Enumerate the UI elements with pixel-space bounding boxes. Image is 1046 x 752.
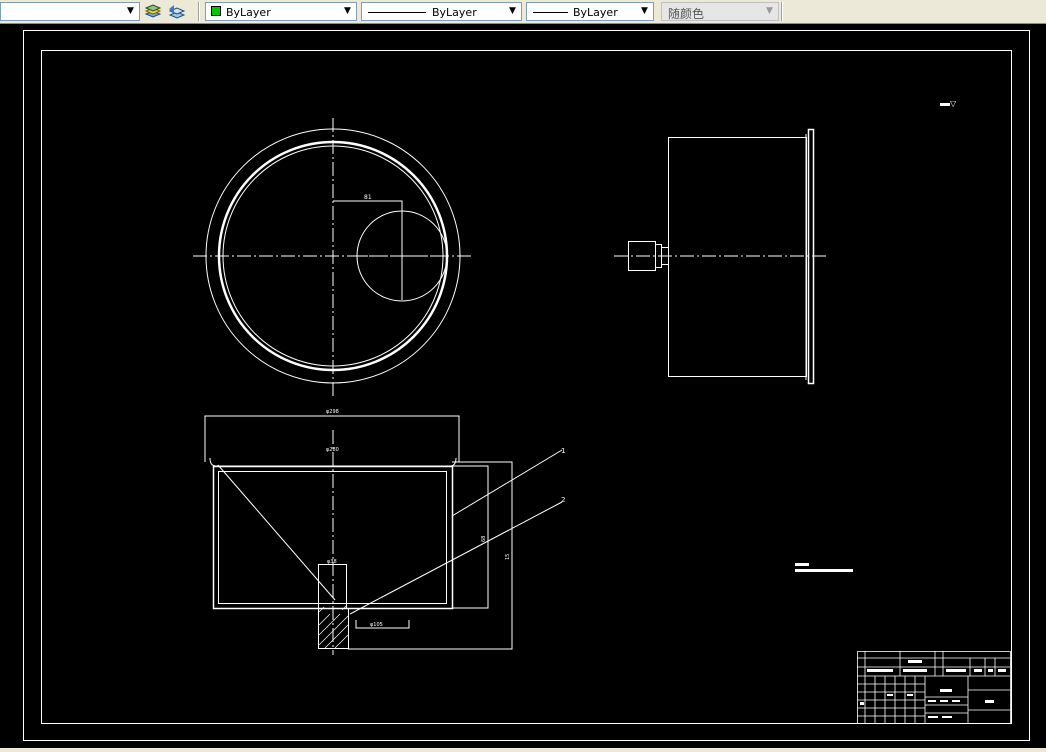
overall-diameter-text: φ298	[326, 409, 339, 415]
surface-finish-symbol: ▽	[950, 99, 957, 108]
model-space-background	[0, 24, 1046, 750]
layers-previous-icon	[168, 5, 186, 19]
linetype-combo[interactable]: ByLayer ▼	[361, 2, 522, 21]
chevron-down-icon[interactable]: ▼	[638, 5, 651, 18]
chevron-down-icon[interactable]: ▼	[506, 5, 519, 18]
toolbar-separator	[781, 2, 783, 21]
color-swatch-icon	[211, 6, 221, 16]
chevron-down-icon[interactable]: ▼	[341, 5, 354, 18]
color-combo-value: ByLayer	[226, 6, 271, 19]
total-height-text: 15	[505, 554, 511, 560]
properties-toolbar: ▼ ByLayer ▼ ByLayer ▼ ByLayer ▼ 随颜色 ▼	[0, 0, 1046, 24]
layers-stack-icon	[144, 4, 162, 18]
chevron-down-icon[interactable]: ▼	[763, 5, 776, 18]
plotstyle-combo-value: 随颜色	[668, 7, 705, 21]
tech-notes-heading	[795, 563, 809, 566]
boss-diameter-text: φ38	[327, 559, 337, 565]
plotstyle-combo[interactable]: 随颜色 ▼	[661, 2, 779, 21]
surface-finish-bar	[940, 103, 950, 106]
balloon-1-number: 1	[561, 447, 565, 455]
status-bar	[0, 748, 1046, 752]
lineweight-combo-value: ByLayer	[573, 6, 618, 19]
layer-combo[interactable]: ▼	[0, 2, 140, 21]
make-layer-current-button[interactable]	[143, 2, 163, 22]
lineweight-combo[interactable]: ByLayer ▼	[526, 2, 654, 21]
linetype-combo-value: ByLayer	[432, 6, 477, 19]
color-combo[interactable]: ByLayer ▼	[205, 2, 357, 21]
tech-notes-line	[795, 569, 853, 572]
drawing-canvas[interactable]: 81 φ298 φ280 φ38 φ105 68 15 1 2 ▽	[0, 24, 1046, 750]
linetype-sample-icon	[368, 12, 426, 13]
lineweight-sample-icon	[533, 12, 568, 13]
layer-previous-button[interactable]	[166, 2, 186, 22]
toolbar-separator	[198, 2, 200, 21]
offset-dimension-text: 81	[364, 194, 372, 201]
inner-diameter-text: φ280	[326, 447, 339, 453]
inner-height-text: 68	[481, 536, 487, 542]
balloon-2-number: 2	[561, 496, 565, 504]
outlet-diameter-text: φ105	[370, 622, 383, 628]
chevron-down-icon[interactable]: ▼	[124, 5, 137, 18]
